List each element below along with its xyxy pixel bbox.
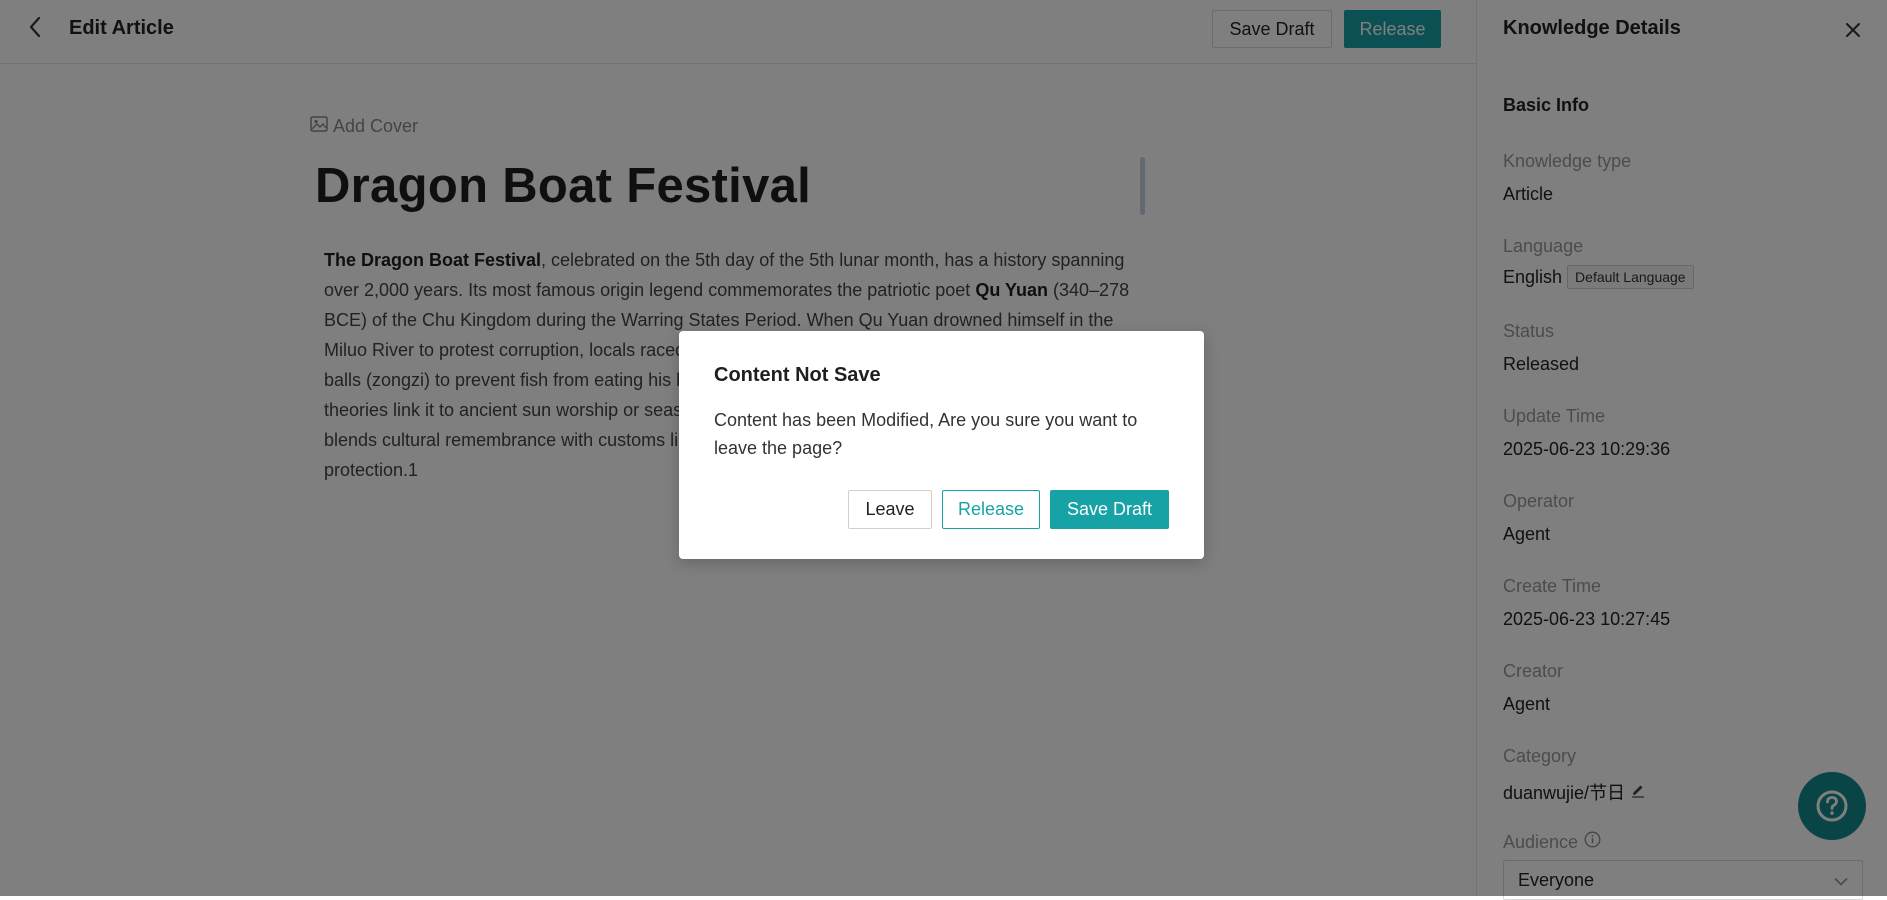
dialog-message: Content has been Modified, Are you sure …: [714, 410, 1138, 458]
dialog-title: Content Not Save: [714, 364, 881, 386]
unsaved-changes-dialog: Content Not Save Content has been Modifi…: [679, 331, 1204, 559]
leave-button[interactable]: Leave: [848, 490, 932, 529]
dialog-release-button[interactable]: Release: [942, 490, 1040, 529]
dialog-save-draft-button[interactable]: Save Draft: [1050, 490, 1169, 529]
